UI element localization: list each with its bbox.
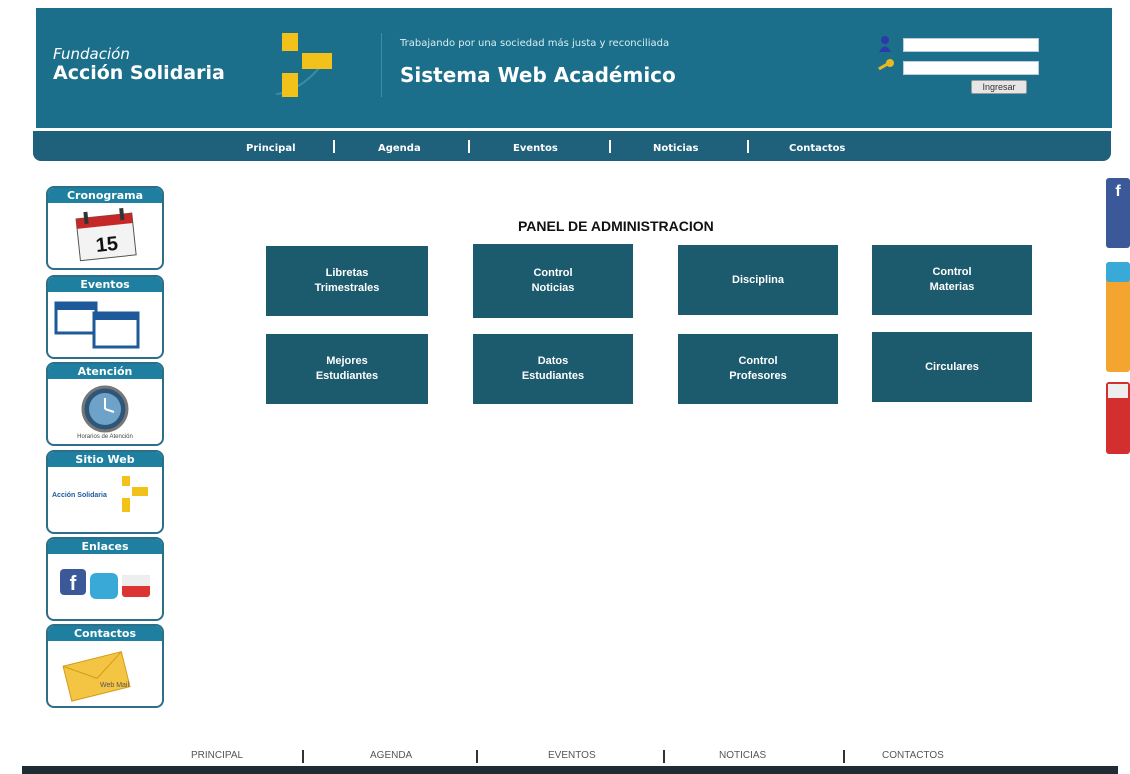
nav-item-contactos[interactable]: Contactos — [789, 143, 845, 154]
widget-title: Sitio Web — [48, 452, 162, 467]
tagline: Trabajando por una sociedad más justa y … — [400, 38, 670, 49]
widget-atencion[interactable]: Atención Horarios de Atención — [46, 362, 164, 446]
svg-text:f: f — [70, 573, 77, 595]
widget-eventos[interactable]: Eventos — [46, 275, 164, 359]
calendar-day: 15 — [95, 233, 119, 257]
clock-icon — [81, 385, 129, 433]
widget-title: Contactos — [48, 626, 162, 641]
nav-item-principal[interactable]: Principal — [246, 143, 296, 154]
twitter-tab-icon[interactable] — [1106, 262, 1130, 372]
nav-separator — [468, 140, 470, 153]
brand-name-line1: Fundación — [53, 45, 130, 63]
widget-title: Enlaces — [48, 539, 162, 554]
brand-name-line2: Acción Solidaria — [53, 62, 225, 84]
username-input[interactable] — [903, 38, 1039, 52]
tile-mejores-estudiantes[interactable]: Mejores Estudiantes — [266, 334, 428, 404]
footer-bar — [22, 766, 1118, 774]
footer-item-agenda[interactable]: AGENDA — [370, 750, 412, 761]
header-divider — [381, 33, 382, 97]
tile-disciplina[interactable]: Disciplina — [678, 245, 838, 315]
footer-separator — [302, 750, 304, 763]
nav-item-agenda[interactable]: Agenda — [378, 143, 421, 154]
system-title: Sistema Web Académico — [400, 63, 676, 87]
social-side-tabs: f — [1106, 178, 1130, 454]
nav-separator — [333, 140, 335, 153]
foundation-logo-icon — [276, 33, 332, 97]
mail-icon — [62, 651, 131, 702]
tile-datos-estudiantes[interactable]: Datos Estudiantes — [473, 334, 633, 404]
svg-text:f: f — [1115, 183, 1121, 200]
calendar-icon: 15 — [75, 207, 137, 262]
widget-title: Eventos — [48, 277, 162, 292]
panel-title: PANEL DE ADMINISTRACION — [518, 218, 714, 234]
widget-contactos[interactable]: Contactos Web Mail — [46, 624, 164, 708]
widget-cronograma[interactable]: Cronograma 15 — [46, 186, 164, 270]
widget-caption: Acción Solidaria — [52, 492, 107, 499]
nav-item-eventos[interactable]: Eventos — [513, 143, 558, 154]
footer-item-principal[interactable]: PRINCIPAL — [191, 750, 243, 761]
footer-item-contactos[interactable]: CONTACTOS — [882, 750, 944, 761]
website-logo-icon — [122, 476, 148, 512]
user-icon — [879, 36, 891, 52]
nav-separator — [609, 140, 611, 153]
events-calendars-icon — [54, 301, 140, 349]
tile-control-profesores[interactable]: Control Profesores — [678, 334, 838, 404]
widget-title: Atención — [48, 364, 162, 379]
footer-separator — [476, 750, 478, 763]
widget-sitio-web[interactable]: Sitio Web Acción Solidaria — [46, 450, 164, 534]
widget-caption: Horarios de Atención — [77, 434, 133, 440]
tile-control-materias[interactable]: Control Materias — [872, 245, 1032, 315]
tile-libretas-trimestrales[interactable]: Libretas Trimestrales — [266, 246, 428, 316]
widget-caption: Web Mail — [100, 682, 130, 689]
password-input[interactable] — [903, 61, 1039, 75]
key-icon — [878, 59, 894, 71]
tile-circulares[interactable]: Circulares — [872, 332, 1032, 402]
widget-title: Cronograma — [48, 188, 162, 203]
youtube-tab-icon[interactable] — [1106, 382, 1130, 454]
main-nav-bar — [33, 131, 1111, 161]
nav-separator — [747, 140, 749, 153]
footer-item-noticias[interactable]: NOTICIAS — [719, 750, 766, 761]
social-links-icon: f — [60, 569, 150, 599]
tile-control-noticias[interactable]: Control Noticias — [473, 244, 633, 318]
facebook-tab-icon[interactable]: f — [1106, 178, 1130, 248]
widget-enlaces[interactable]: Enlaces f — [46, 537, 164, 621]
footer-separator — [663, 750, 665, 763]
footer-item-eventos[interactable]: EVENTOS — [548, 750, 596, 761]
nav-item-noticias[interactable]: Noticias — [653, 143, 699, 154]
login-button[interactable]: Ingresar — [971, 80, 1027, 94]
footer-separator — [843, 750, 845, 763]
